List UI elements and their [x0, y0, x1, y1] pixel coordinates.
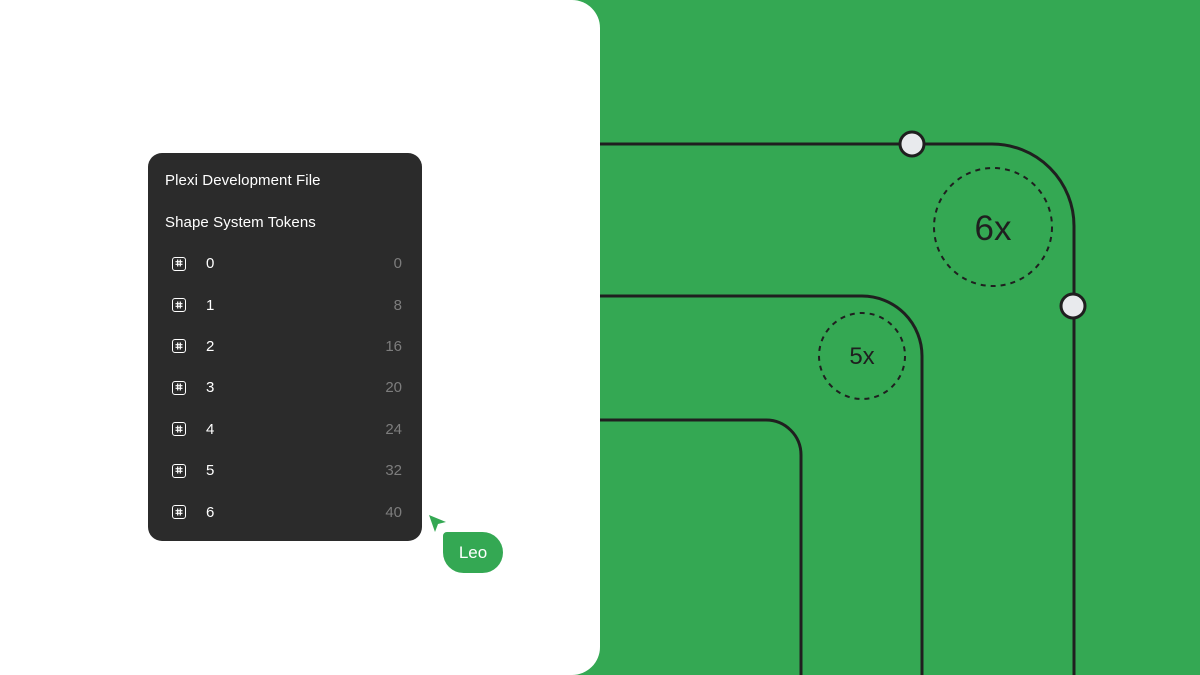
token-row-1[interactable]: 1 8	[148, 284, 422, 325]
cursor-arrow-icon	[429, 515, 446, 532]
token-value: 16	[385, 337, 402, 355]
large-radius-label: 6x	[975, 209, 1012, 248]
panel-subtitle: Shape System Tokens	[165, 214, 316, 231]
hash-icon	[172, 505, 186, 520]
token-row-4[interactable]: 4 24	[148, 409, 422, 450]
token-name: 6	[206, 503, 215, 521]
hash-icon	[172, 256, 186, 271]
token-row-2[interactable]: 2 16	[148, 326, 422, 367]
token-row-6[interactable]: 6 40	[148, 491, 422, 532]
token-value: 8	[393, 296, 402, 314]
token-name: 3	[206, 379, 215, 397]
hash-icon	[172, 339, 186, 354]
token-value: 32	[385, 462, 402, 480]
token-row-5[interactable]: 5 32	[148, 450, 422, 491]
hash-icon	[172, 422, 186, 437]
hash-icon	[172, 298, 186, 313]
token-row-0[interactable]: 0 0	[148, 243, 422, 284]
tokens-panel: Plexi Development File Shape System Toke…	[148, 153, 422, 541]
token-name: 2	[206, 337, 215, 355]
token-name: 4	[206, 420, 215, 438]
inner-corner-line	[600, 418, 803, 675]
small-radius-label: 5x	[849, 343, 874, 370]
token-name: 1	[206, 296, 215, 314]
corner-handle-top[interactable]	[898, 130, 926, 158]
token-value: 24	[385, 420, 402, 438]
token-row-3[interactable]: 3 20	[148, 367, 422, 408]
token-name: 5	[206, 462, 215, 480]
token-list: 0 0 1 8 2 16 3 20 4 24 5 32 6 40	[148, 243, 422, 533]
collaborator-cursor-label: Leo	[443, 532, 503, 573]
hash-icon	[172, 380, 186, 395]
token-name: 0	[206, 255, 215, 273]
token-value: 0	[393, 255, 402, 273]
hash-icon	[172, 463, 186, 478]
token-value: 20	[385, 379, 402, 397]
corner-handle-right[interactable]	[1059, 292, 1087, 320]
panel-title: Plexi Development File	[165, 172, 321, 189]
token-value: 40	[385, 503, 402, 521]
